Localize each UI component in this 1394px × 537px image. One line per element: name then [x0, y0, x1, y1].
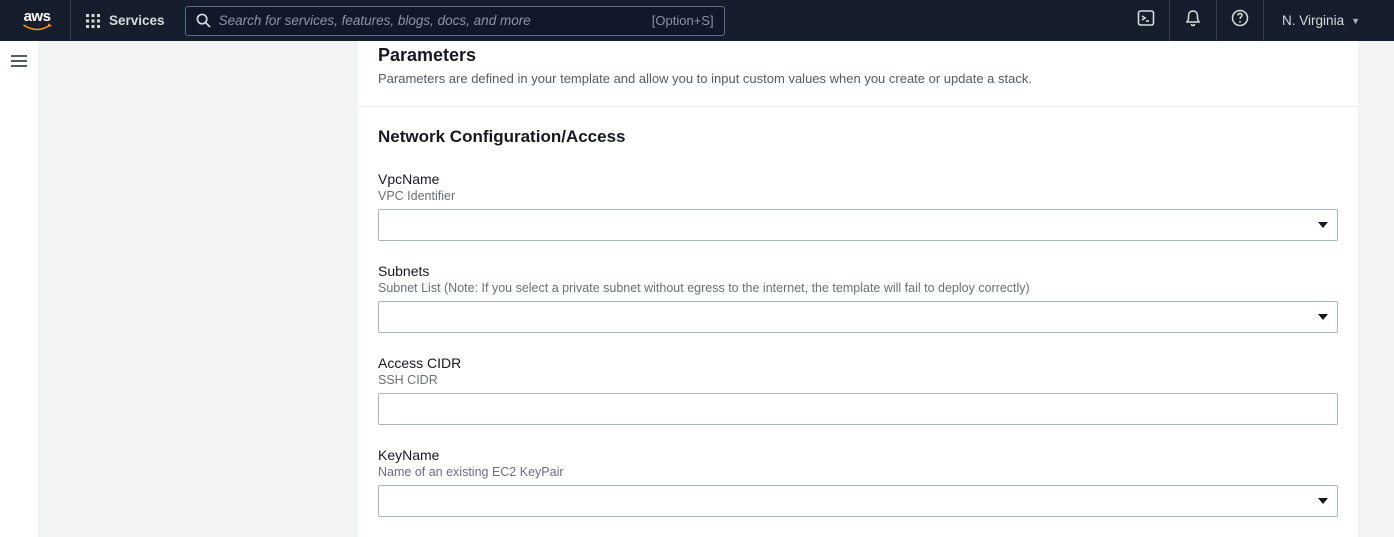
access-cidr-input[interactable] [378, 393, 1338, 425]
aws-logo[interactable]: aws [0, 0, 71, 41]
caret-down-icon: ▼ [1351, 16, 1360, 26]
search-icon [196, 13, 211, 28]
key-name-desc: Name of an existing EC2 KeyPair [378, 465, 1338, 479]
hamburger-icon [11, 55, 27, 67]
subnets-field: Subnets Subnet List (Note: If you select… [378, 263, 1338, 333]
bell-icon [1184, 9, 1202, 32]
search-box[interactable]: [Option+S] [185, 6, 725, 36]
key-name-select[interactable] [378, 485, 1338, 517]
help-icon [1231, 9, 1249, 32]
grid-icon [85, 13, 101, 29]
top-nav: aws Services [0, 0, 1394, 41]
cloudshell-icon [1137, 9, 1155, 32]
access-cidr-desc: SSH CIDR [378, 373, 1338, 387]
parameters-header: Parameters Parameters are defined in you… [358, 41, 1358, 107]
parameters-title: Parameters [378, 45, 1338, 66]
help-button[interactable] [1216, 0, 1263, 41]
access-cidr-label: Access CIDR [378, 355, 1338, 371]
vpc-name-field: VpcName VPC Identifier [378, 171, 1338, 241]
nav-right: N. Virginia ▼ [1123, 0, 1378, 41]
aws-smile-icon [22, 23, 52, 33]
notifications-button[interactable] [1169, 0, 1216, 41]
sidebar-toggle[interactable] [0, 41, 38, 537]
region-label: N. Virginia [1282, 13, 1344, 28]
subnets-label: Subnets [378, 263, 1338, 279]
cloudshell-button[interactable] [1123, 0, 1169, 41]
network-config-section: Network Configuration/Access VpcName VPC… [358, 107, 1358, 517]
region-selector[interactable]: N. Virginia ▼ [1263, 0, 1378, 41]
services-label: Services [109, 13, 165, 28]
key-name-label: KeyName [378, 447, 1338, 463]
subnets-desc: Subnet List (Note: If you select a priva… [378, 281, 1338, 295]
parameters-description: Parameters are defined in your template … [378, 70, 1338, 88]
search-input[interactable] [219, 13, 652, 28]
search-wrap: [Option+S] [185, 6, 725, 36]
subnets-select[interactable] [378, 301, 1338, 333]
vpc-name-select[interactable] [378, 209, 1338, 241]
access-cidr-field: Access CIDR SSH CIDR [378, 355, 1338, 425]
services-button[interactable]: Services [71, 0, 179, 41]
key-name-field: KeyName Name of an existing EC2 KeyPair [378, 447, 1338, 517]
main-canvas: Parameters Parameters are defined in you… [38, 41, 1394, 537]
search-hint: [Option+S] [652, 13, 714, 28]
parameters-card: Parameters Parameters are defined in you… [358, 41, 1358, 537]
vpc-name-desc: VPC Identifier [378, 189, 1338, 203]
aws-logo-text: aws [24, 9, 51, 24]
section-title: Network Configuration/Access [378, 127, 1338, 147]
vpc-name-label: VpcName [378, 171, 1338, 187]
